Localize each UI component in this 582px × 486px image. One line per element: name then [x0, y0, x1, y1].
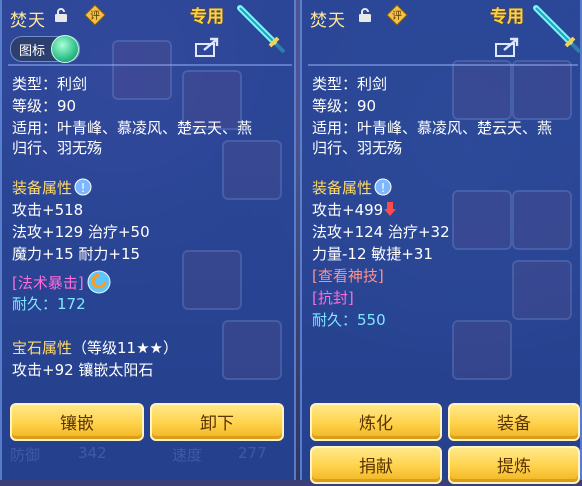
info-icon[interactable]: ! [374, 178, 392, 196]
gem-level: （等级11★★） [72, 339, 178, 357]
attr-3: 魔力+15 耐力+15 [12, 245, 141, 263]
attr-2: 法攻+124 治疗+32 [312, 223, 450, 241]
seal-skill: [抗封] [312, 289, 354, 307]
durability: 耐久：550 [312, 311, 386, 329]
divider [8, 64, 292, 66]
swirl-icon [87, 270, 111, 294]
toggle-label: 图标 [19, 44, 46, 59]
lock-icon[interactable] [358, 8, 372, 22]
attr-1: 攻击+518 [12, 201, 84, 219]
applicable-roles-2: 归行、羽无殇 [312, 139, 403, 157]
share-icon[interactable] [494, 36, 520, 58]
extract-button[interactable]: 提炼 [448, 446, 580, 484]
refine-button[interactable]: 炼化 [310, 403, 442, 441]
exclusive-label: 专用 [490, 7, 524, 27]
item-type: 类型：利剑 [312, 75, 388, 93]
equip-button[interactable]: 装备 [448, 403, 580, 441]
svg-text:评: 评 [392, 10, 402, 22]
applicable-roles-1: 适用：叶青峰、慕凌风、楚云天、燕 [12, 119, 253, 137]
unequip-button[interactable]: 卸下 [150, 403, 284, 441]
attr-1: 攻击+499 [312, 201, 384, 219]
svg-text:评: 评 [90, 10, 100, 22]
item-level: 等级：90 [12, 97, 77, 115]
rating-icon[interactable]: 评 [386, 4, 408, 26]
icon-toggle[interactable]: 图标 [10, 35, 80, 63]
share-icon[interactable] [194, 36, 220, 58]
skill-row: [法术暴击] [12, 270, 111, 294]
attr-3: 力量-12 敏捷+31 [312, 245, 433, 263]
applicable-roles-1: 适用：叶青峰、慕凌风、楚云天、燕 [312, 119, 553, 137]
item-type: 类型：利剑 [12, 75, 88, 93]
applicable-roles-2: 归行、羽无殇 [12, 139, 103, 157]
rating-icon[interactable]: 评 [84, 4, 106, 26]
durability: 耐久：172 [12, 295, 86, 313]
svg-text:!: ! [81, 181, 86, 195]
lock-icon[interactable] [54, 8, 68, 22]
gem-header: 宝石属性（等级11★★） [12, 338, 178, 358]
attr-header: 装备属性! [12, 178, 92, 198]
toggle-knob [51, 35, 79, 63]
view-skill-link[interactable]: [查看神技] [312, 266, 384, 286]
attr-header-label: 装备属性 [312, 179, 373, 197]
exclusive-label: 专用 [190, 7, 224, 27]
item-name: 焚天 [310, 11, 346, 31]
item-name: 焚天 [10, 11, 46, 31]
info-icon[interactable]: ! [74, 178, 92, 196]
sword-icon [533, 5, 582, 54]
attr-1-row: 攻击+499 [312, 200, 397, 220]
attr-header-label: 装备属性 [12, 179, 73, 197]
gem-effect: 攻击+92 镶嵌太阳石 [12, 361, 154, 379]
gem-header-label: 宝石属性 [12, 339, 73, 357]
inlay-button[interactable]: 镶嵌 [10, 403, 144, 441]
equipped-item-panel: 焚天 评 专用 图标 类型：利剑 等级：90 适用：叶青峰、慕凌风、楚云天、燕 … [0, 0, 296, 480]
skill-label[interactable]: [法术暴击] [12, 274, 84, 292]
svg-text:!: ! [381, 181, 386, 195]
item-level: 等级：90 [312, 97, 377, 115]
compare-item-panel: 焚天 评 专用 类型：利剑 等级：90 适用：叶青峰、慕凌风、楚云天、燕 归行、… [300, 0, 582, 484]
attr-header: 装备属性! [312, 178, 392, 198]
down-arrow-icon [384, 202, 397, 216]
attr-2: 法攻+129 治疗+50 [12, 223, 150, 241]
donate-button[interactable]: 捐献 [310, 446, 442, 484]
sword-icon [237, 5, 286, 54]
divider [308, 64, 578, 66]
